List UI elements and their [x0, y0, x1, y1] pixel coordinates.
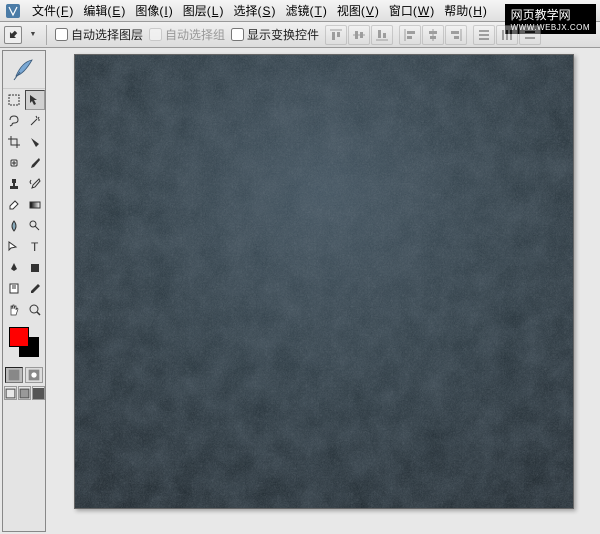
distribute-1-button [473, 25, 495, 45]
menu-view[interactable]: 视图(V) [333, 0, 383, 21]
toolbox: T [2, 50, 46, 532]
auto-select-group-option: 自动选择组 [149, 26, 225, 43]
align-bottom-button [371, 25, 393, 45]
align-right-button [445, 25, 467, 45]
path-tool[interactable] [4, 237, 24, 257]
document-canvas[interactable] [74, 54, 574, 509]
canvas-area [48, 48, 600, 534]
menu-layer[interactable]: 图层(L) [179, 0, 228, 21]
history-brush-tool[interactable] [25, 174, 45, 194]
marquee-tool[interactable] [4, 90, 24, 110]
separator [46, 25, 47, 45]
stamp-tool[interactable] [4, 174, 24, 194]
type-tool[interactable]: T [25, 237, 45, 257]
pen-tool[interactable] [4, 258, 24, 278]
crop-tool[interactable] [4, 132, 24, 152]
show-transform-label: 显示变换控件 [247, 26, 319, 43]
brush-tool[interactable] [25, 153, 45, 173]
options-bar: ▼ 自动选择图层 自动选择组 显示变换控件 [0, 22, 600, 48]
auto-select-layer-label: 自动选择图层 [71, 26, 143, 43]
align-top-button [325, 25, 347, 45]
auto-select-group-checkbox [149, 28, 162, 41]
color-swatches[interactable] [3, 325, 45, 361]
wand-tool[interactable] [25, 111, 45, 131]
gradient-tool[interactable] [25, 195, 45, 215]
move-tool[interactable] [25, 90, 45, 110]
dodge-tool[interactable] [25, 216, 45, 236]
screen-full-button[interactable] [32, 386, 45, 400]
screen-full-menubar-button[interactable] [18, 386, 31, 400]
align-left-button [399, 25, 421, 45]
align-buttons-h [399, 25, 467, 45]
notes-tool[interactable] [4, 279, 24, 299]
distribute-2-button [496, 25, 518, 45]
screen-mode-row [3, 386, 45, 400]
zoom-tool[interactable] [25, 300, 45, 320]
healing-tool[interactable] [4, 153, 24, 173]
mask-mode-row [3, 367, 45, 383]
chevron-down-icon[interactable]: ▼ [28, 26, 38, 44]
menu-window[interactable]: 窗口(W) [385, 0, 438, 21]
align-vcenter-button [348, 25, 370, 45]
current-tool-preset[interactable] [4, 26, 22, 44]
auto-select-layer-option[interactable]: 自动选择图层 [55, 26, 143, 43]
screen-standard-button[interactable] [4, 386, 17, 400]
foreground-color[interactable] [9, 327, 29, 347]
show-transform-option[interactable]: 显示变换控件 [231, 26, 319, 43]
workspace: T [0, 48, 600, 534]
shape-tool[interactable] [25, 258, 45, 278]
distribute-3-button [519, 25, 541, 45]
menu-file[interactable]: 文件(F) [28, 0, 77, 21]
lasso-tool[interactable] [4, 111, 24, 131]
menu-edit[interactable]: 编辑(E) [79, 0, 129, 21]
slice-tool[interactable] [25, 132, 45, 152]
menu-help[interactable]: 帮助(H) [440, 0, 491, 21]
align-hcenter-button [422, 25, 444, 45]
auto-select-group-label: 自动选择组 [165, 26, 225, 43]
distribute-buttons [473, 25, 541, 45]
quickmask-mode-button[interactable] [25, 367, 43, 383]
blur-tool[interactable] [4, 216, 24, 236]
svg-text:T: T [31, 240, 39, 254]
menu-image[interactable]: 图像(I) [131, 0, 176, 21]
app-icon [4, 2, 22, 20]
align-buttons [325, 25, 393, 45]
show-transform-checkbox[interactable] [231, 28, 244, 41]
standard-mode-button[interactable] [5, 367, 23, 383]
menu-filter[interactable]: 滤镜(T) [281, 0, 330, 21]
eyedropper-tool[interactable] [25, 279, 45, 299]
menu-select[interactable]: 选择(S) [229, 0, 279, 21]
feather-logo-icon [3, 51, 45, 89]
auto-select-layer-checkbox[interactable] [55, 28, 68, 41]
eraser-tool[interactable] [4, 195, 24, 215]
hand-tool[interactable] [4, 300, 24, 320]
